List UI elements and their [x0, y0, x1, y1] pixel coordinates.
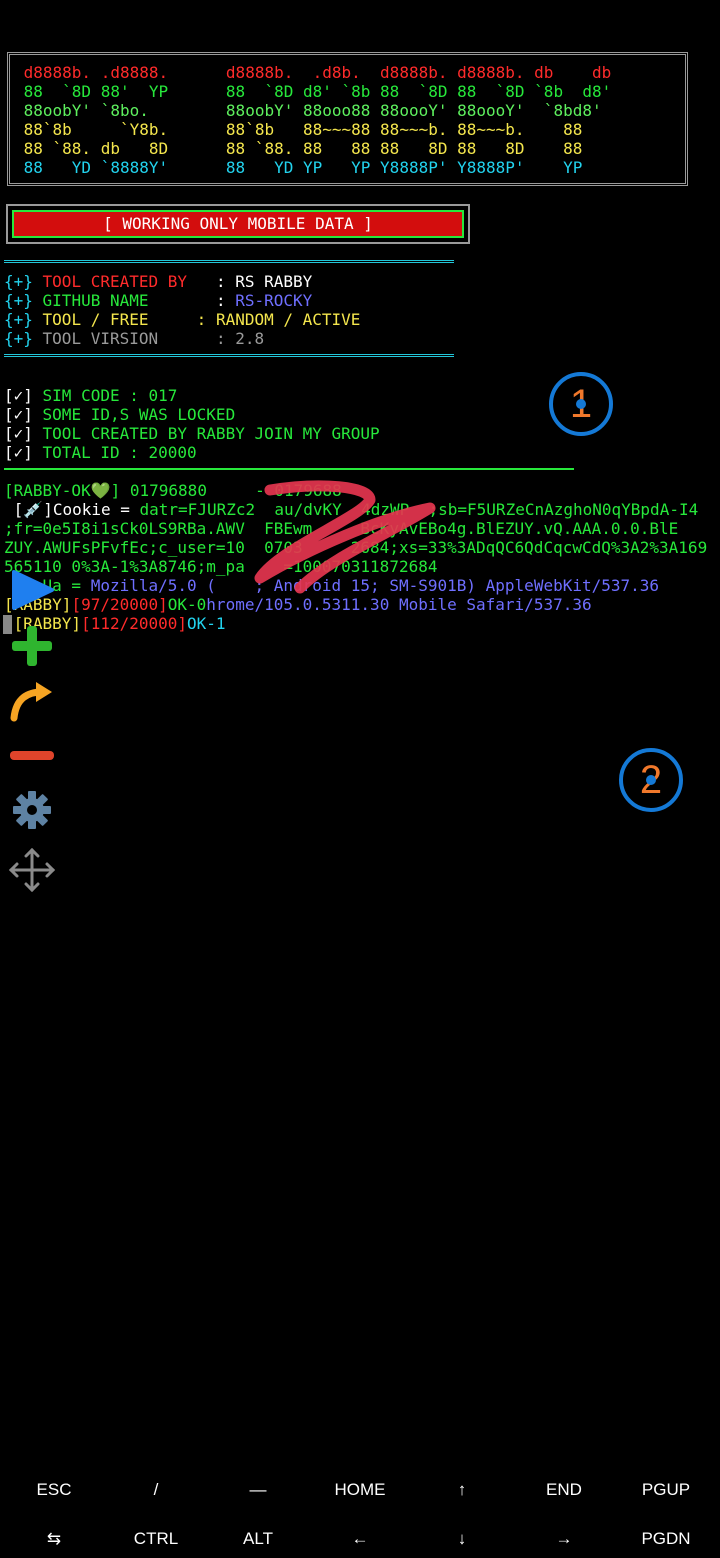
minus-icon[interactable] [8, 734, 56, 778]
notice-text: [ WORKING ONLY MOBILE DATA ] [103, 214, 373, 233]
key-slash[interactable]: / [105, 1478, 207, 1502]
key-pgdn[interactable]: PGDN [615, 1527, 717, 1551]
move-icon[interactable] [8, 848, 56, 892]
info-tool-free: {+} TOOL / FREE : RANDOM / ACTIVE [4, 310, 361, 329]
key-ctrl[interactable]: CTRL [105, 1527, 207, 1551]
notice-bar: [ WORKING ONLY MOBILE DATA ] [12, 210, 464, 238]
divider-bottom [4, 354, 454, 357]
key-tab[interactable]: ⇆ [3, 1527, 105, 1551]
check-group: [✓] TOOL CREATED BY RABBY JOIN MY GROUP [4, 424, 380, 443]
check-sim-code: [✓] SIM CODE : 017 [4, 386, 178, 405]
banner-row-2: 88 `8D 88' YP 88 `8D d8' `8b 88 `8D 88 `… [14, 82, 612, 101]
banner-row-4: 88`8b `Y8b. 88`8b 88~~~88 88~~~b. 88~~~b… [14, 120, 612, 139]
key-dash[interactable]: — [207, 1478, 309, 1502]
key-home[interactable]: HOME [309, 1478, 411, 1502]
divider-green [4, 468, 574, 470]
check-total: [✓] TOTAL ID : 20000 [4, 443, 197, 462]
info-github: {+} GITHUB NAME : RS-ROCKY [4, 291, 313, 310]
notice-box: [ WORKING ONLY MOBILE DATA ] [6, 204, 470, 244]
marker-two[interactable]: 2 [619, 748, 683, 812]
add-icon[interactable] [8, 624, 56, 668]
play-icon[interactable] [8, 568, 56, 612]
key-down[interactable]: ↓ [411, 1527, 513, 1551]
info-creator: {+} TOOL CREATED BY : RS RABBY [4, 272, 313, 291]
info-version: {+} TOOL VIRSION : 2.8 [4, 329, 265, 348]
key-right[interactable]: → [513, 1527, 615, 1551]
key-esc[interactable]: ESC [3, 1478, 105, 1502]
key-left[interactable]: ← [309, 1527, 411, 1551]
check-locked: [✓] SOME ID,S WAS LOCKED [4, 405, 236, 424]
marker-one[interactable]: 1 [549, 372, 613, 436]
banner-row-1: d8888b. .d8888. d8888b. .d8b. d8888b. d8… [14, 63, 612, 82]
key-alt[interactable]: ALT [207, 1527, 309, 1551]
key-up[interactable]: ↑ [411, 1478, 513, 1502]
divider-top [4, 260, 454, 263]
marker-two-dot [646, 775, 656, 785]
scribble-annotation [254, 480, 436, 594]
extra-keys-bar: ESC / — HOME ↑ END PGUP ⇆ CTRL ALT ← ↓ →… [0, 1460, 720, 1558]
banner-row-5: 88 `88. db 8D 88 `88. 88 88 88 8D 88 8D … [14, 139, 612, 158]
banner-row-6: 88 YD `8888Y' 88 YD YP YP Y8888P' Y8888P… [14, 158, 612, 177]
marker-one-dot [576, 399, 586, 409]
banner-row-3: 88oobY' `8bo. 88oobY' 88ooo88 88oooY' 88… [14, 101, 612, 120]
redo-icon[interactable] [8, 678, 56, 722]
key-pgup[interactable]: PGUP [615, 1478, 717, 1502]
key-end[interactable]: END [513, 1478, 615, 1502]
gear-icon[interactable] [8, 788, 56, 832]
